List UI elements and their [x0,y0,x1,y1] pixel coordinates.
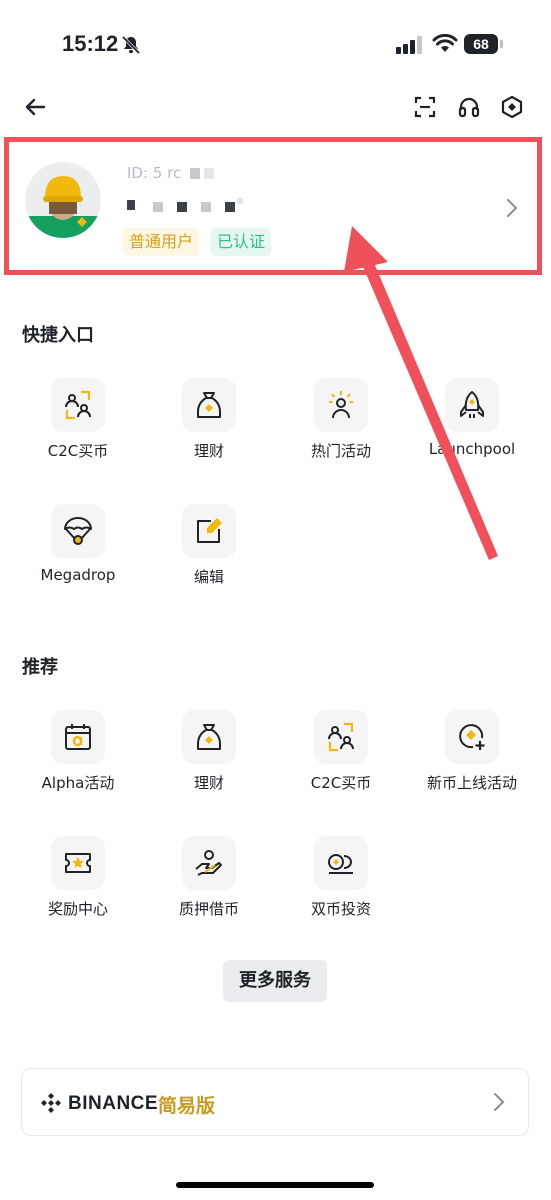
section-title-shortcuts: 快捷入口 [22,325,94,346]
cellular-signal-icon [396,36,424,58]
more-services-button[interactable]: 更多服务 [223,960,327,1002]
shortcut-label: 热门活动 [310,442,371,460]
shortcut-launchpool[interactable]: Launchpool [406,378,538,458]
badge-verified: 已认证 [211,228,272,256]
chevron-right-icon [492,1092,506,1116]
chevron-right-icon [505,198,519,222]
profile-card[interactable]: ID: 5 rc 普通用户 已认证 [4,137,542,275]
shortcut-label: C2C买币 [47,442,109,460]
recommend-rewards[interactable]: 奖励中心 [12,836,144,919]
recommend-label: 理财 [193,774,224,792]
recommend-label: C2C买币 [310,774,372,792]
recommend-label: 新币上线活动 [426,774,517,792]
recommend-label: 奖励中心 [47,900,108,918]
recommend-loan[interactable]: 质押借币 [143,836,275,919]
shortcut-label: 编辑 [193,568,224,586]
recommend-label: 质押借币 [178,900,239,918]
shortcut-label: 理财 [193,442,224,460]
shortcut-wealth[interactable]: 理财 [143,378,275,461]
headset-icon[interactable] [452,90,486,124]
shortcut-label: Launchpool [428,440,516,458]
shortcut-label: Megadrop [40,566,116,584]
money-bag-icon [182,378,236,432]
recommend-label: 双币投资 [310,900,371,918]
wifi-icon [432,33,458,58]
scan-icon[interactable] [408,90,442,124]
user-id: ID: 5 rc [127,164,214,182]
badge-regular-user: 普通用户 [123,228,200,256]
parachute-icon [51,504,105,558]
rocket-icon [445,378,499,432]
binance-lite-card[interactable]: BINANCE 简易版 [21,1068,529,1136]
hot-event-person-icon [314,378,368,432]
home-indicator [176,1182,374,1188]
recommend-c2c[interactable]: C2C买币 [275,710,407,793]
reward-ticket-icon [51,836,105,890]
shortcut-hot-events[interactable]: 热门活动 [275,378,407,461]
section-title-recommend: 推荐 [22,657,58,678]
user-id-text: ID: 5 rc [127,164,182,182]
new-coin-add-icon [445,710,499,764]
avatar [25,162,101,238]
status-time: 15:12 [62,31,119,56]
c2c-users-icon [51,378,105,432]
lite-version-label: 简易版 [158,1095,216,1117]
edit-icon [182,504,236,558]
dual-coin-icon [314,836,368,890]
nickname-masked [125,192,255,216]
recommend-label: Alpha活动 [41,774,115,792]
hand-coin-icon [182,836,236,890]
top-bar [0,88,551,128]
shortcut-c2c[interactable]: C2C买币 [12,378,144,461]
binance-logo-icon [40,1092,62,1118]
recommend-new-listing[interactable]: 新币上线活动 [406,710,538,793]
status-bar: 15:12 68 [0,0,551,88]
back-arrow-icon[interactable] [18,90,52,124]
binance-brand: BINANCE [68,1093,159,1114]
settings-icon[interactable] [495,90,529,124]
alpha-calendar-icon [51,710,105,764]
shortcut-edit[interactable]: 编辑 [143,504,275,587]
recommend-wealth[interactable]: 理财 [143,710,275,793]
c2c-users-icon [314,710,368,764]
recommend-alpha[interactable]: Alpha活动 [12,710,144,793]
bell-muted-icon [120,34,142,60]
battery-level: 68 [464,34,498,54]
money-bag-icon [182,710,236,764]
shortcut-megadrop[interactable]: Megadrop [12,504,144,584]
recommend-dual-investment[interactable]: 双币投资 [275,836,407,919]
